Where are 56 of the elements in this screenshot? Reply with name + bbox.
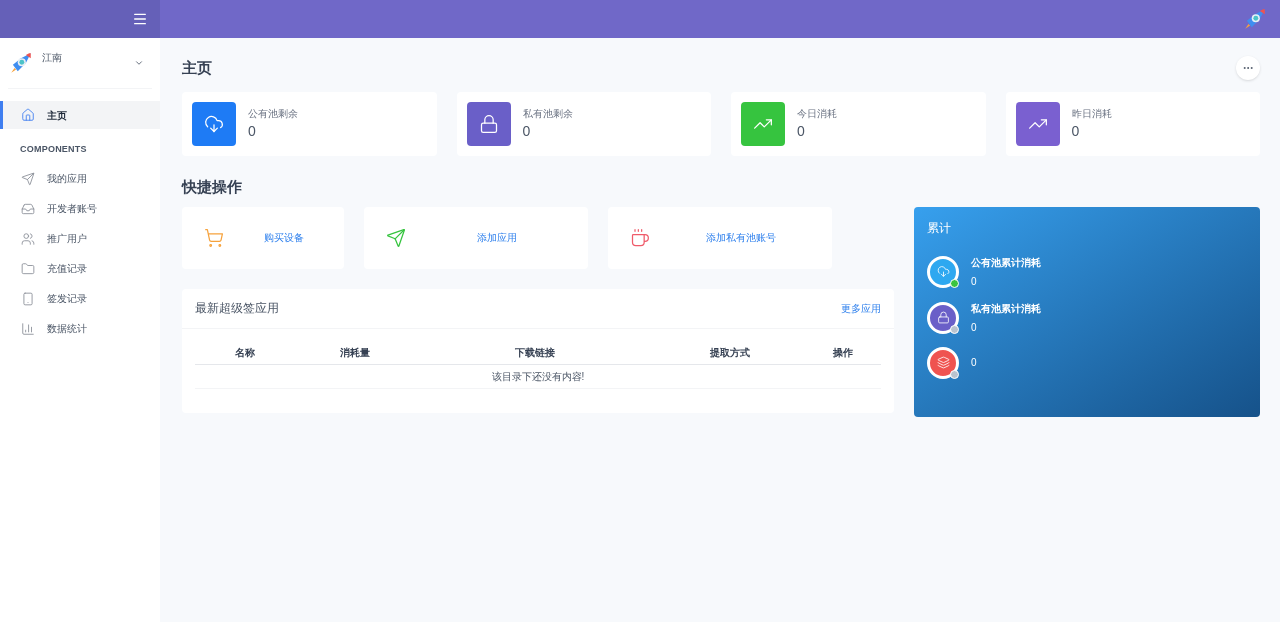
inbox-icon bbox=[21, 201, 35, 216]
rocket-logo-icon bbox=[8, 50, 34, 76]
sidebar-item[interactable]: 推广用户 bbox=[0, 224, 160, 253]
bar-chart-icon bbox=[21, 321, 35, 336]
quick-action-card[interactable]: 添加私有池账号 bbox=[608, 206, 832, 269]
column-header: 操作 bbox=[832, 345, 854, 360]
sidebar-item[interactable]: 我的应用 bbox=[0, 164, 160, 193]
user-name: 江南 bbox=[42, 51, 63, 65]
column-header: 消耗量 bbox=[339, 345, 371, 360]
total-value: 0 bbox=[971, 320, 978, 335]
total-label: 公有池累计消耗 bbox=[971, 255, 1041, 270]
menu-button[interactable] bbox=[132, 11, 148, 27]
cloud-download-icon bbox=[936, 265, 950, 278]
paper-plane-icon bbox=[386, 227, 406, 248]
folder-icon bbox=[21, 261, 35, 276]
lock-icon bbox=[478, 114, 499, 134]
stat-value: 0 bbox=[248, 122, 257, 141]
stat-value: 0 bbox=[522, 122, 532, 141]
empty-message: 该目录下还没有内容! bbox=[491, 369, 585, 384]
sidebar-item[interactable]: 数据统计 bbox=[0, 314, 160, 343]
stat-label: 私有池剩余 bbox=[522, 107, 573, 121]
lock-icon bbox=[936, 311, 950, 324]
users-icon bbox=[21, 231, 35, 246]
paper-plane-icon bbox=[21, 171, 35, 186]
page-title: 主页 bbox=[182, 57, 212, 78]
total-value: 0 bbox=[971, 274, 978, 289]
cloud-download-icon bbox=[204, 114, 224, 134]
column-header: 下载链接 bbox=[514, 345, 556, 360]
dropdown-caret-icon[interactable] bbox=[134, 58, 144, 68]
stat-label: 公有池剩余 bbox=[248, 107, 298, 121]
panel-title: 最新超级签应用 bbox=[195, 300, 279, 317]
section-title: 快捷操作 bbox=[182, 177, 243, 197]
stat-label: 今日消耗 bbox=[797, 107, 837, 121]
more-apps-link[interactable]: 更多应用 bbox=[841, 300, 881, 316]
stat-value: 0 bbox=[1071, 122, 1081, 141]
layers-icon bbox=[936, 356, 950, 369]
section-heading: COMPONENTS bbox=[19, 143, 88, 156]
more-button[interactable] bbox=[1236, 56, 1260, 80]
cup-icon bbox=[630, 227, 650, 248]
sidebar-item[interactable]: 主页 bbox=[0, 101, 160, 129]
phone-icon bbox=[21, 291, 35, 306]
total-value: 0 bbox=[971, 356, 977, 370]
sidebar-item[interactable]: 充值记录 bbox=[0, 254, 160, 283]
sidebar-item[interactable]: 开发者账号 bbox=[0, 194, 160, 223]
cart-icon bbox=[204, 227, 224, 248]
stat-value: 0 bbox=[797, 122, 806, 141]
quick-action-card[interactable]: 购买设备 bbox=[182, 206, 344, 269]
sidebar-item[interactable]: 签发记录 bbox=[0, 284, 160, 313]
totals-title: 累计 bbox=[927, 219, 952, 237]
rocket-logo-icon bbox=[1242, 6, 1268, 32]
quick-action-card[interactable]: 添加应用 bbox=[364, 206, 588, 269]
home-icon bbox=[21, 108, 35, 122]
column-header: 提取方式 bbox=[709, 345, 751, 360]
total-label: 私有池累计消耗 bbox=[971, 301, 1041, 316]
stat-label: 昨日消耗 bbox=[1071, 107, 1112, 121]
column-header: 名称 bbox=[234, 345, 256, 360]
